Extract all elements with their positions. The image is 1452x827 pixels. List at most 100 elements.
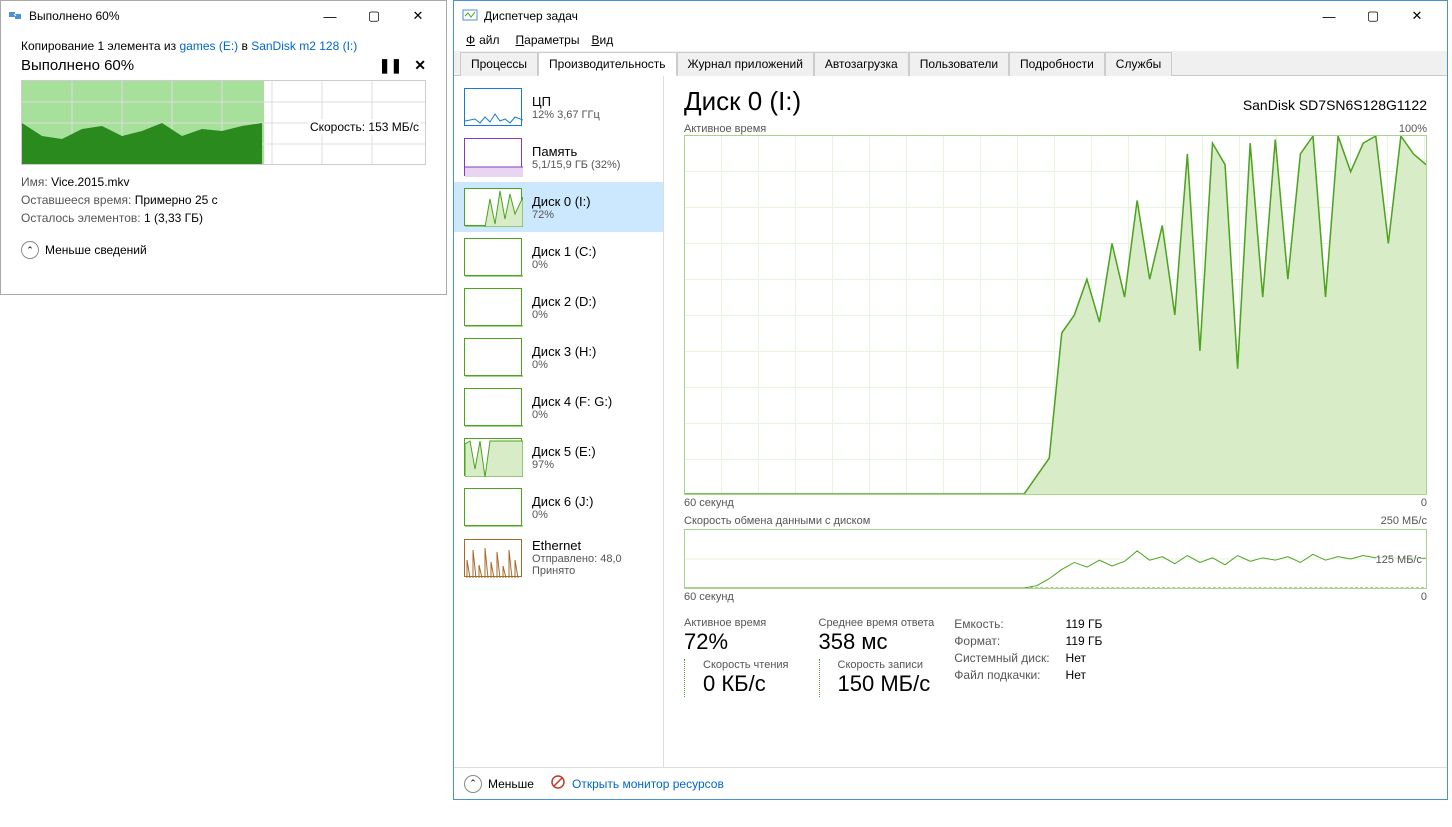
copy-description: Копирование 1 элемента из games (E:) в S… — [21, 39, 426, 53]
sidebar-item-4[interactable]: Диск 2 (D:)0% — [454, 282, 663, 332]
tm-titlebar: Диспетчер задач — ▢ ✕ — [454, 1, 1447, 31]
sidebar-thumb-icon — [464, 539, 522, 577]
tm-maximize-button[interactable]: ▢ — [1351, 1, 1395, 31]
prop-formatted-label: Формат: — [954, 634, 1049, 648]
sidebar-item-title: Диск 5 (E:) — [532, 444, 596, 459]
copy-window-title: Выполнено 60% — [29, 9, 308, 23]
sidebar-item-title: Диск 1 (C:) — [532, 244, 596, 259]
sidebar-item-title: Диск 6 (J:) — [532, 494, 593, 509]
menu-view[interactable]: Вид — [587, 31, 617, 51]
cancel-button[interactable]: ✕ — [414, 57, 426, 74]
tab-производительность[interactable]: Производительность — [538, 52, 676, 76]
tab-журнал приложений[interactable]: Журнал приложений — [677, 52, 814, 76]
chart1-ymin: 0 — [1421, 497, 1427, 509]
stat-active-time-value: 72% — [684, 629, 789, 655]
copy-progress-title: Выполнено 60% — [21, 57, 134, 74]
resmon-icon — [550, 774, 566, 793]
prop-pagefile-label: Файл подкачки: — [954, 668, 1049, 682]
sidebar-item-title: Диск 4 (F: G:) — [532, 394, 612, 409]
tab-подробности[interactable]: Подробности — [1009, 52, 1105, 76]
chart2-ymin: 0 — [1421, 591, 1427, 603]
sidebar-item-sub: 0% — [532, 359, 596, 371]
sidebar-item-2[interactable]: Диск 0 (I:)72% — [454, 182, 663, 232]
disk-model: SanDisk SD7SN6S128G1122 — [1243, 97, 1427, 113]
tm-sidebar: ЦП12% 3,67 ГГцПамять5,1/15,9 ГБ (32%)Дис… — [454, 76, 664, 767]
stat-avg-response-label: Среднее время ответа — [819, 617, 935, 629]
chart2-max: 250 МБ/с — [1381, 515, 1427, 527]
chart2-label: Скорость обмена данными с диском — [684, 515, 870, 527]
tab-пользователи[interactable]: Пользователи — [909, 52, 1009, 76]
tm-menubar: Файл Параметры Вид — [454, 31, 1447, 51]
active-time-chart — [684, 135, 1427, 495]
maximize-button[interactable]: ▢ — [352, 1, 396, 31]
tab-службы[interactable]: Службы — [1105, 52, 1172, 76]
file-copy-window: Выполнено 60% — ▢ ✕ Копирование 1 элемен… — [0, 0, 447, 295]
fewer-details-button[interactable]: ⌃ Меньше сведений — [21, 241, 426, 259]
sidebar-item-title: Ethernet — [532, 538, 653, 553]
task-manager-icon — [462, 7, 478, 26]
chevron-up-icon: ⌃ — [21, 241, 39, 259]
sidebar-thumb-icon — [464, 88, 522, 126]
stat-avg-response-value: 358 мс — [819, 629, 935, 655]
sidebar-thumb-icon — [464, 338, 522, 376]
close-button[interactable]: ✕ — [396, 1, 440, 31]
menu-options[interactable]: Параметры — [512, 31, 584, 51]
open-resource-monitor-link[interactable]: Открыть монитор ресурсов — [572, 777, 724, 791]
task-manager-window: Диспетчер задач — ▢ ✕ Файл Параметры Вид… — [453, 0, 1448, 800]
copy-metadata: Имя: Vice.2015.mkv Оставшееся время: При… — [21, 173, 426, 227]
sidebar-thumb-icon — [464, 188, 522, 226]
sidebar-item-title: Диск 3 (H:) — [532, 344, 596, 359]
dest-link[interactable]: SanDisk m2 128 (I:) — [251, 39, 357, 53]
source-link[interactable]: games (E:) — [179, 39, 238, 53]
prop-sysdisk-value: Нет — [1066, 651, 1103, 665]
sidebar-thumb-icon — [464, 138, 522, 176]
sidebar-item-7[interactable]: Диск 5 (E:)97% — [454, 432, 663, 482]
chevron-up-icon: ⌃ — [464, 775, 482, 793]
chart1-label: Активное время — [684, 123, 766, 135]
menu-file[interactable]: Файл — [462, 31, 508, 51]
chart2-xleft: 60 секунд — [684, 591, 734, 603]
sidebar-item-sub: 12% 3,67 ГГц — [532, 109, 600, 121]
stat-write-value: 150 МБ/с — [838, 671, 935, 697]
sidebar-item-title: Диск 0 (I:) — [532, 194, 591, 209]
stat-active-time-label: Активное время — [684, 617, 789, 629]
sidebar-item-title: Диск 2 (D:) — [532, 294, 596, 309]
copy-window-icon — [7, 8, 23, 24]
sidebar-item-sub: 0% — [532, 409, 612, 421]
tm-minimize-button[interactable]: — — [1307, 1, 1351, 31]
transfer-rate-chart: 125 МБ/с — [684, 529, 1427, 589]
copy-speed-chart: Скорость: 153 МБ/с — [21, 80, 426, 165]
pause-button[interactable]: ❚❚ — [379, 57, 402, 74]
tab-процессы[interactable]: Процессы — [460, 52, 538, 76]
sidebar-thumb-icon — [464, 438, 522, 476]
sidebar-item-1[interactable]: Память5,1/15,9 ГБ (32%) — [454, 132, 663, 182]
sidebar-item-3[interactable]: Диск 1 (C:)0% — [454, 232, 663, 282]
tab-автозагрузка[interactable]: Автозагрузка — [814, 52, 909, 76]
sidebar-item-sub: 97% — [532, 459, 596, 471]
chart1-xleft: 60 секунд — [684, 497, 734, 509]
tm-window-title: Диспетчер задач — [484, 9, 578, 23]
sidebar-item-sub: 0% — [532, 259, 596, 271]
sidebar-thumb-icon — [464, 488, 522, 526]
sidebar-item-6[interactable]: Диск 4 (F: G:)0% — [454, 382, 663, 432]
sidebar-item-9[interactable]: EthernetОтправлено: 48,0 Принято — [454, 532, 663, 583]
disk-title: Диск 0 (I:) — [684, 86, 801, 117]
sidebar-item-0[interactable]: ЦП12% 3,67 ГГц — [454, 82, 663, 132]
chart1-max: 100% — [1399, 123, 1427, 135]
tm-close-button[interactable]: ✕ — [1395, 1, 1439, 31]
sidebar-item-sub: 72% — [532, 209, 591, 221]
sidebar-item-8[interactable]: Диск 6 (J:)0% — [454, 482, 663, 532]
prop-sysdisk-label: Системный диск: — [954, 651, 1049, 665]
fewer-details-button[interactable]: ⌃ Меньше — [464, 775, 534, 793]
minimize-button[interactable]: — — [308, 1, 352, 31]
prop-capacity-label: Емкость: — [954, 617, 1049, 631]
prop-capacity-value: 119 ГБ — [1066, 617, 1103, 631]
copy-speed-label: Скорость: 153 МБ/с — [308, 119, 421, 135]
tm-tabs: ПроцессыПроизводительностьЖурнал приложе… — [454, 51, 1447, 76]
chart2-mid: 125 МБ/с — [1376, 554, 1422, 566]
sidebar-item-sub: 5,1/15,9 ГБ (32%) — [532, 159, 620, 171]
sidebar-item-title: Память — [532, 144, 620, 159]
sidebar-item-5[interactable]: Диск 3 (H:)0% — [454, 332, 663, 382]
stat-write-label: Скорость записи — [838, 659, 935, 671]
sidebar-thumb-icon — [464, 388, 522, 426]
